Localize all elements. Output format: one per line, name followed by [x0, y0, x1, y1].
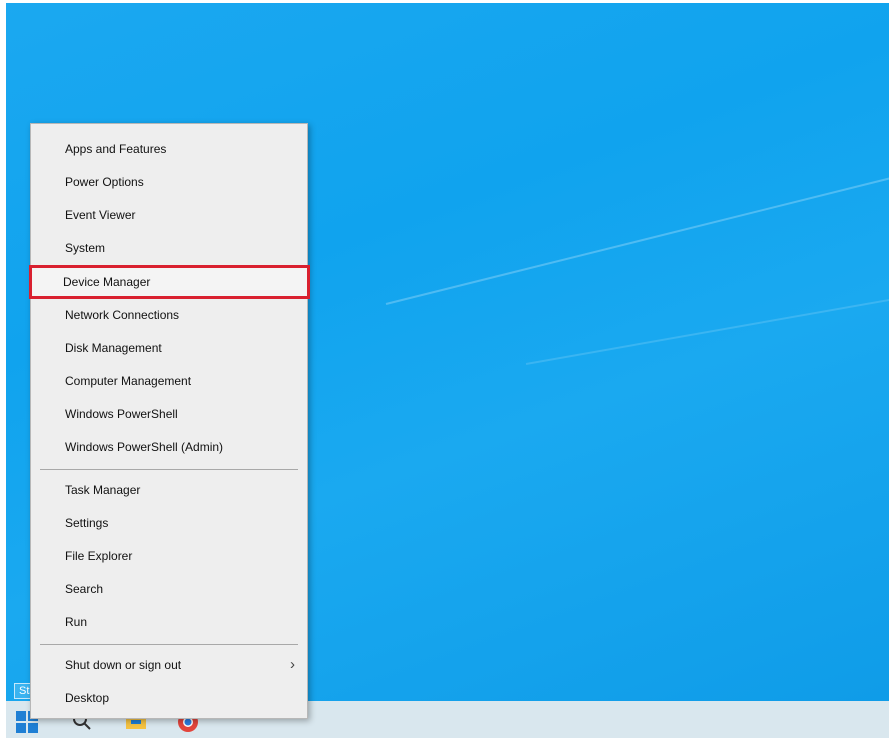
menu-item-device-manager[interactable]: Device Manager	[29, 265, 310, 299]
menu-item-network-connections[interactable]: Network Connections	[31, 300, 307, 330]
wallpaper-light-beam	[385, 133, 889, 305]
menu-separator	[40, 469, 298, 470]
menu-item-run[interactable]: Run	[31, 607, 307, 637]
wallpaper-light-beam	[525, 258, 889, 365]
menu-item-computer-management[interactable]: Computer Management	[31, 366, 307, 396]
menu-item-shut-down-or-sign-out[interactable]: Shut down or sign out ›	[31, 650, 307, 680]
winx-context-menu: Apps and Features Power Options Event Vi…	[29, 123, 310, 719]
menu-item-desktop[interactable]: Desktop	[31, 683, 307, 713]
menu-item-settings[interactable]: Settings	[31, 508, 307, 538]
menu-item-label: Shut down or sign out	[65, 658, 182, 672]
menu-item-task-manager[interactable]: Task Manager	[31, 475, 307, 505]
chevron-right-icon: ›	[290, 656, 295, 673]
menu-item-disk-management[interactable]: Disk Management	[31, 333, 307, 363]
menu-item-search[interactable]: Search	[31, 574, 307, 604]
menu-item-apps-and-features[interactable]: Apps and Features	[31, 134, 307, 164]
menu-item-power-options[interactable]: Power Options	[31, 167, 307, 197]
screen: Start Apps and Features Power Options Ev…	[0, 0, 893, 738]
menu-item-system[interactable]: System	[31, 233, 307, 263]
menu-item-windows-powershell[interactable]: Windows PowerShell	[31, 399, 307, 429]
menu-item-file-explorer[interactable]: File Explorer	[31, 541, 307, 571]
menu-item-event-viewer[interactable]: Event Viewer	[31, 200, 307, 230]
menu-separator	[40, 644, 298, 645]
menu-item-windows-powershell-admin[interactable]: Windows PowerShell (Admin)	[31, 432, 307, 462]
